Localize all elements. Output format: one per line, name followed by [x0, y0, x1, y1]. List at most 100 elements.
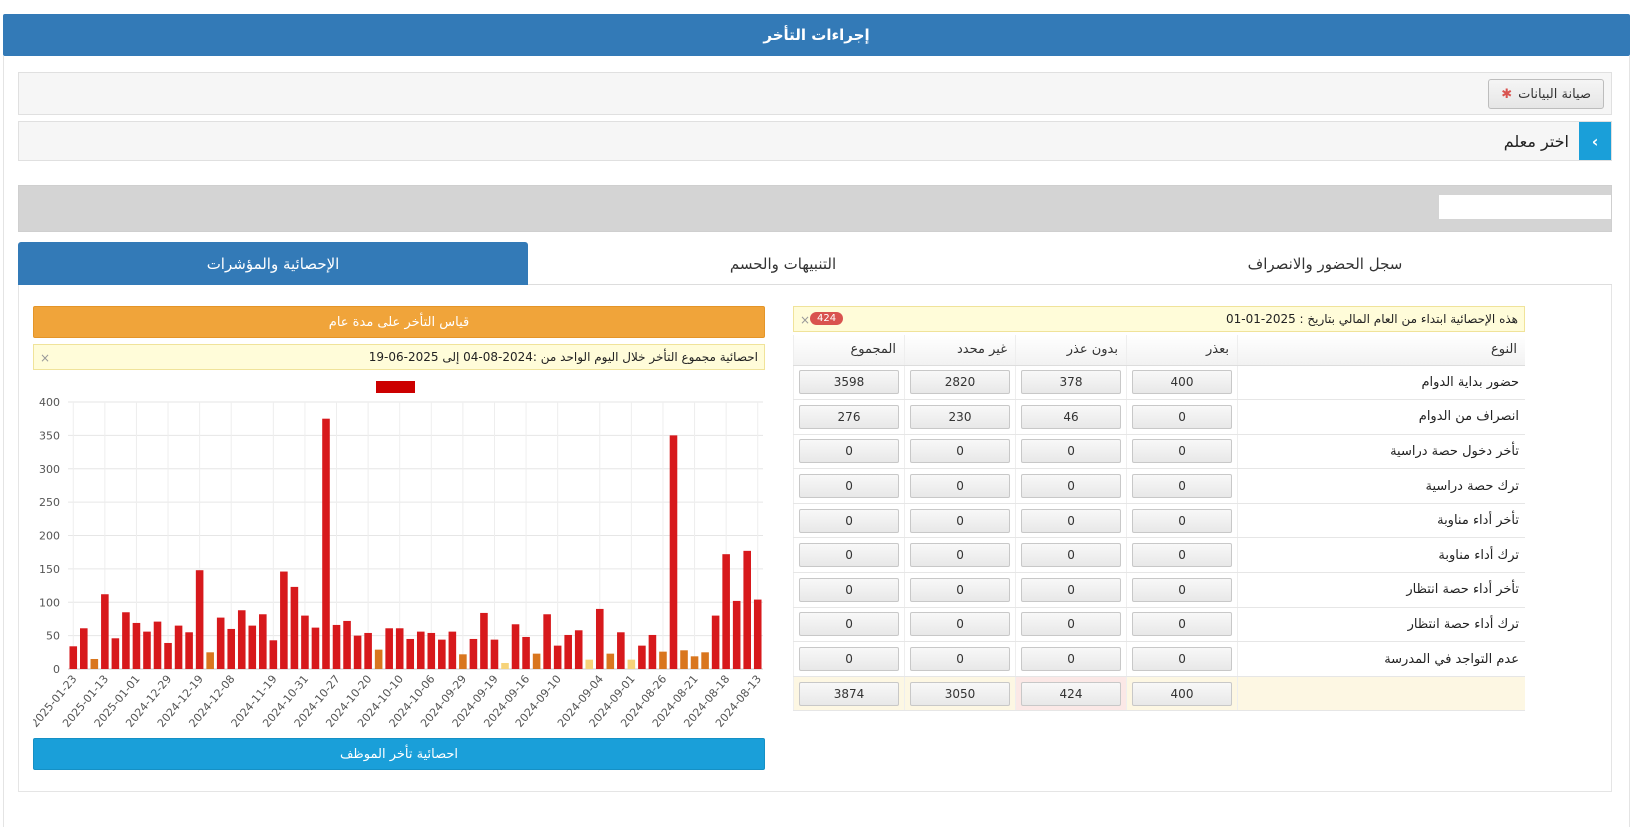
total-cell: 3874 — [793, 676, 905, 712]
table-row: ترك حصة دراسية 0 0 0 0 — [793, 468, 1525, 504]
employee-delay-label: احصائية تأخر الموظف — [339, 746, 459, 762]
total-box[interactable]: 3874 — [799, 681, 899, 706]
value-box[interactable]: 0 — [799, 577, 899, 602]
yearly-delay-button[interactable]: قياس التأخر على مدة عام — [33, 306, 765, 338]
value-box[interactable]: 0 — [799, 543, 899, 568]
value-box[interactable]: 0 — [1021, 612, 1121, 637]
value-box[interactable]: 0 — [1021, 647, 1121, 672]
bar — [606, 653, 615, 669]
value-box[interactable]: 0 — [910, 508, 1010, 533]
value-box[interactable]: 0 — [910, 439, 1010, 464]
y-tick-label: 200 — [39, 530, 60, 543]
bar — [237, 610, 246, 669]
bar — [617, 632, 625, 669]
value-box[interactable]: 0 — [1132, 508, 1232, 533]
tab-attendance-log-label: سجل الحضور والانصراف — [1247, 254, 1403, 273]
bar — [543, 614, 551, 669]
bar — [343, 620, 351, 669]
total-box[interactable]: 424 — [1021, 681, 1121, 706]
value-box[interactable]: 0 — [1132, 647, 1232, 672]
value-box[interactable]: 46 — [1021, 404, 1121, 429]
value-cell: 0 — [904, 468, 1016, 504]
teacher-selector[interactable]: ‹ اختر معلم — [18, 121, 1612, 161]
value-box[interactable]: 0 — [799, 508, 899, 533]
bar — [195, 570, 204, 669]
totals-row: 400 424 3050 3874 — [793, 676, 1525, 712]
chart-alert-text: احصائية مجموع التأخر خلال اليوم الواحد م… — [368, 350, 758, 364]
totals-label-cell — [1237, 676, 1525, 712]
value-box[interactable]: 0 — [1132, 404, 1232, 429]
value-box[interactable]: 0 — [910, 647, 1010, 672]
value-cell: 0 — [904, 537, 1016, 574]
bar — [80, 628, 88, 669]
bar — [111, 638, 120, 669]
table-row: تأخر أداء حصة انتظار 0 0 0 0 — [793, 572, 1525, 608]
tab-attendance-log[interactable]: سجل الحضور والانصراف — [1038, 242, 1612, 285]
data-maintenance-button[interactable]: ✱ صيانة البيانات — [1488, 79, 1604, 109]
value-box[interactable]: 276 — [799, 404, 899, 429]
value-box[interactable]: 0 — [1021, 577, 1121, 602]
value-box[interactable]: 0 — [1132, 474, 1232, 499]
value-box[interactable]: 0 — [1132, 439, 1232, 464]
value-box[interactable]: 0 — [799, 439, 899, 464]
stats-alert-text: هذه الإحصائية ابتداء من العام المالي بتا… — [1225, 312, 1518, 326]
chart-alert: × احصائية مجموع التأخر خلال اليوم الواحد… — [33, 344, 765, 370]
employee-delay-button[interactable]: احصائية تأخر الموظف — [33, 738, 765, 770]
value-box[interactable]: 0 — [799, 647, 899, 672]
yearly-delay-label: قياس التأخر على مدة عام — [328, 314, 470, 330]
value-cell: 378 — [1015, 365, 1127, 401]
value-cell: 0 — [904, 572, 1016, 608]
row-label: انصراف من الدوام — [1237, 399, 1525, 435]
value-box[interactable]: 0 — [1132, 612, 1232, 637]
column-header: غير محدد — [904, 335, 1016, 366]
value-cell: 0 — [793, 641, 905, 677]
tab-statistics[interactable]: الإحصائية والمؤشرات — [18, 242, 528, 285]
value-box[interactable]: 0 — [799, 474, 899, 499]
value-cell: 0 — [1126, 572, 1238, 608]
value-box[interactable]: 0 — [1021, 543, 1121, 568]
value-box[interactable]: 3598 — [799, 370, 899, 395]
bar — [164, 642, 172, 669]
table-row: عدم التواجد في المدرسة 0 0 0 0 — [793, 641, 1525, 677]
y-tick-label: 350 — [39, 429, 60, 442]
column-header: المجموع — [793, 335, 905, 366]
column-header: النوع — [1237, 335, 1525, 366]
bar — [216, 617, 225, 669]
bar — [227, 628, 236, 669]
value-box[interactable]: 400 — [1132, 370, 1232, 395]
value-box[interactable]: 0 — [1132, 543, 1232, 568]
value-box[interactable]: 0 — [910, 474, 1010, 499]
value-box[interactable]: 0 — [1132, 577, 1232, 602]
row-label: ترك أداء حصة انتظار — [1237, 607, 1525, 643]
value-box[interactable]: 0 — [1021, 439, 1121, 464]
bar — [301, 615, 309, 669]
total-cell: 3050 — [904, 676, 1016, 712]
bar — [290, 586, 299, 669]
chevron-left-icon[interactable]: ‹ — [1579, 122, 1611, 160]
value-box[interactable]: 0 — [910, 543, 1010, 568]
value-box[interactable]: 378 — [1021, 370, 1121, 395]
column-header: بدون عذر — [1015, 335, 1127, 366]
bar — [753, 599, 762, 669]
bar — [153, 621, 162, 669]
close-icon[interactable]: × — [800, 313, 810, 327]
value-cell: 0 — [793, 537, 905, 574]
close-icon[interactable]: × — [40, 351, 50, 365]
bar — [174, 625, 183, 669]
value-cell: 0 — [1126, 503, 1238, 539]
bar — [595, 608, 604, 669]
value-box[interactable]: 230 — [910, 404, 1010, 429]
total-box[interactable]: 3050 — [910, 681, 1010, 706]
value-box[interactable]: 0 — [910, 577, 1010, 602]
total-box[interactable]: 400 — [1132, 681, 1232, 706]
value-cell: 276 — [793, 399, 905, 435]
value-cell: 3598 — [793, 365, 905, 401]
value-box[interactable]: 0 — [799, 612, 899, 637]
value-box[interactable]: 0 — [910, 612, 1010, 637]
value-box[interactable]: 0 — [1021, 474, 1121, 499]
stats-table: النوع بعذر بدون عذر غير محدد المجموع حضو… — [793, 335, 1525, 712]
stats-table-wrap: النوع بعذر بدون عذر غير محدد المجموع حضو… — [793, 335, 1525, 712]
value-box[interactable]: 2820 — [910, 370, 1010, 395]
tab-alerts[interactable]: التنبيهات والحسم — [528, 242, 1038, 285]
value-box[interactable]: 0 — [1021, 508, 1121, 533]
